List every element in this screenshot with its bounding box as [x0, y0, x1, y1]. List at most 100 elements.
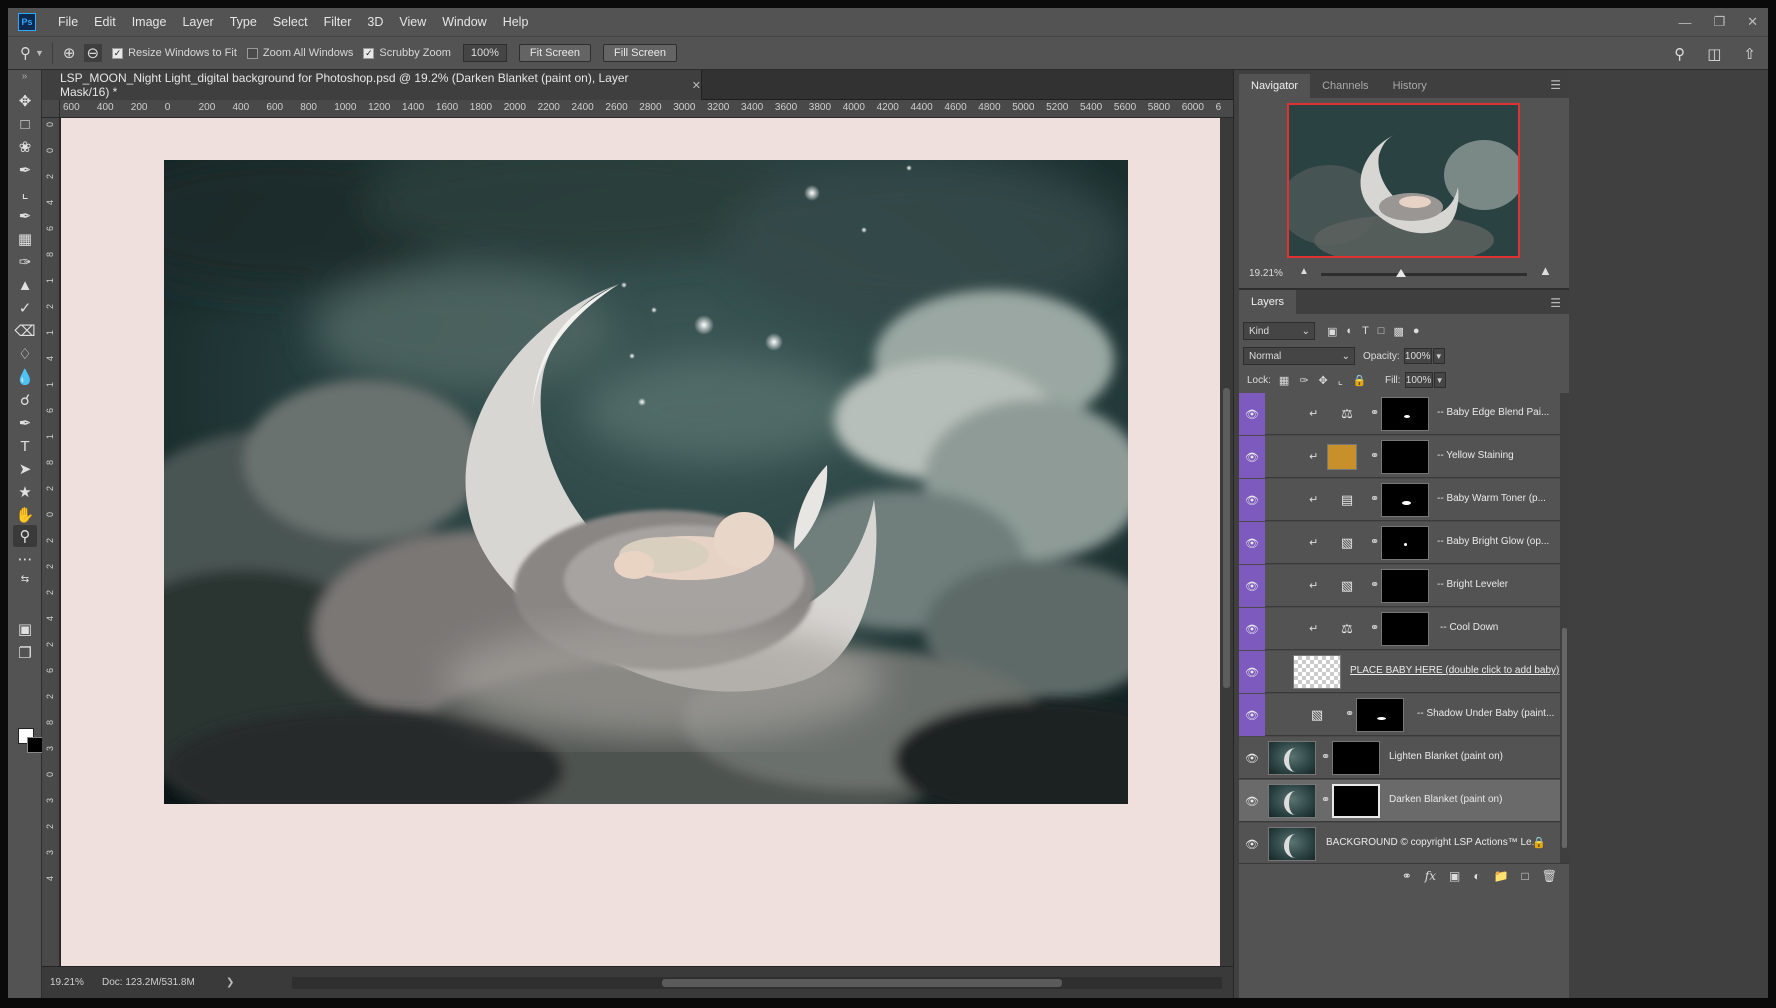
- color-fill-swatch[interactable]: [1327, 444, 1357, 470]
- visibility-eye-icon[interactable]: 👁: [1239, 694, 1265, 736]
- lock-paint-icon[interactable]: ✑: [1299, 374, 1308, 387]
- levels-icon[interactable]: ▧: [1307, 706, 1327, 724]
- link-chain-icon[interactable]: ⚭: [1370, 578, 1379, 591]
- blur-tool-icon[interactable]: 💧: [13, 366, 37, 388]
- menu-type[interactable]: Type: [222, 8, 265, 36]
- smart-object-thumbnail[interactable]: [1293, 655, 1341, 689]
- tab-navigator[interactable]: Navigator: [1239, 74, 1311, 98]
- add-mask-icon[interactable]: ▣: [1449, 869, 1460, 883]
- status-zoom[interactable]: 19.21%: [42, 977, 102, 988]
- navigator-zoom-knob[interactable]: [1396, 269, 1407, 277]
- vertical-scrollbar[interactable]: [1220, 118, 1233, 966]
- filter-type-icon[interactable]: T: [1362, 325, 1369, 338]
- layer-row[interactable]: 👁 ⚭ Lighten Blanket (paint on): [1239, 737, 1560, 779]
- eyedropper-tool-icon[interactable]: ✒: [13, 205, 37, 227]
- checkbox-unchecked-icon[interactable]: ✓: [246, 47, 258, 59]
- layer-row[interactable]: 👁 ↵ ⚖ ⚭ -- Baby Edge Blend Pai...: [1239, 393, 1560, 435]
- history-brush-tool-icon[interactable]: ✓: [13, 297, 37, 319]
- visibility-eye-icon[interactable]: 👁: [1239, 522, 1265, 564]
- lock-all-icon[interactable]: 🔒: [1353, 374, 1367, 387]
- move-tool-icon[interactable]: ✥: [13, 90, 37, 112]
- hand-tool-icon[interactable]: ✋: [13, 504, 37, 526]
- stamp-tool-icon[interactable]: ▲: [13, 274, 37, 296]
- fill-screen-button[interactable]: Fill Screen: [603, 44, 678, 62]
- lasso-tool-icon[interactable]: ❀: [13, 136, 37, 158]
- crop-tool-icon[interactable]: ⌞: [13, 182, 37, 204]
- menu-file[interactable]: File: [50, 8, 86, 36]
- navigator-zoom-slider[interactable]: [1321, 269, 1527, 277]
- quick-mask-icon[interactable]: ▣: [13, 618, 37, 640]
- layer-name[interactable]: -- Baby Edge Blend Pai...: [1437, 407, 1549, 418]
- visibility-eye-icon[interactable]: 👁: [1239, 651, 1265, 693]
- layer-image-thumbnail[interactable]: [1268, 784, 1316, 818]
- kind-filter-select[interactable]: Kind ⌄: [1243, 322, 1315, 340]
- filter-shape-icon[interactable]: □: [1378, 325, 1385, 338]
- link-chain-icon[interactable]: ⚭: [1370, 621, 1379, 634]
- layer-name[interactable]: -- Baby Warm Toner (p...: [1437, 493, 1546, 504]
- filter-toggle-icon[interactable]: ●: [1413, 325, 1420, 338]
- menu-edit[interactable]: Edit: [86, 8, 124, 36]
- zoom-out-mountain-icon[interactable]: ▲: [1299, 266, 1309, 277]
- layer-mask-thumbnail[interactable]: [1381, 569, 1429, 603]
- menu-image[interactable]: Image: [124, 8, 175, 36]
- navigator-zoom-value[interactable]: 19.21%: [1249, 268, 1283, 279]
- type-tool-icon[interactable]: T: [13, 435, 37, 457]
- minimize-icon[interactable]: —: [1678, 15, 1691, 30]
- layer-name[interactable]: Darken Blanket (paint on): [1389, 794, 1502, 805]
- visibility-eye-icon[interactable]: 👁: [1239, 393, 1265, 435]
- opacity-dropdown-icon[interactable]: ▼: [1432, 348, 1445, 364]
- eraser-tool-icon[interactable]: ⌫: [13, 320, 37, 342]
- shape-tool-icon[interactable]: ★: [13, 481, 37, 503]
- layer-row[interactable]: 👁 BACKGROUND © copyright LSP Actions™ Le…: [1239, 823, 1560, 863]
- layer-row[interactable]: 👁 ▧ ⚭ -- Shadow Under Baby (paint...: [1239, 694, 1560, 736]
- search-icon[interactable]: ⚲: [1674, 45, 1685, 63]
- balance-icon[interactable]: ⚖: [1337, 620, 1357, 638]
- layers-panel-menu-icon[interactable]: ☰: [1550, 296, 1561, 310]
- canvas-image[interactable]: [164, 160, 1128, 804]
- layer-mask-thumbnail[interactable]: [1381, 483, 1429, 517]
- zoom-percent-field[interactable]: 100%: [462, 44, 507, 62]
- screen-mode-icon[interactable]: ❐: [13, 642, 37, 664]
- lock-artboard-icon[interactable]: ⌞: [1338, 374, 1343, 387]
- resize-windows-checkbox[interactable]: ✓ Resize Windows to Fit: [112, 47, 237, 59]
- layers-scrollbar[interactable]: [1560, 393, 1569, 863]
- horizontal-scrollbar[interactable]: [292, 977, 1222, 989]
- menu-3d[interactable]: 3D: [359, 8, 391, 36]
- frame-tool-icon[interactable]: ▦: [13, 228, 37, 250]
- filmstrip-icon[interactable]: ▤: [1337, 491, 1357, 509]
- layer-mask-thumbnail[interactable]: [1381, 526, 1429, 560]
- lock-transparency-icon[interactable]: ▦: [1279, 374, 1289, 387]
- layer-row-selected[interactable]: 👁 ⚭ Darken Blanket (paint on): [1239, 780, 1560, 822]
- horizontal-scroll-thumb[interactable]: [662, 979, 1062, 987]
- tab-channels[interactable]: Channels: [1310, 74, 1380, 98]
- levels-icon[interactable]: ▧: [1337, 577, 1357, 595]
- swap-colors-icon[interactable]: ⇆: [13, 568, 37, 590]
- filter-smart-object-icon[interactable]: ▩: [1393, 325, 1403, 338]
- more-tools-icon[interactable]: ⋯: [13, 548, 37, 570]
- dodge-tool-icon[interactable]: ☌: [13, 389, 37, 411]
- zoom-in-mountain-icon[interactable]: ▲: [1539, 263, 1552, 278]
- visibility-eye-icon[interactable]: 👁: [1239, 608, 1265, 650]
- layer-name[interactable]: -- Baby Bright Glow (op...: [1437, 536, 1549, 547]
- marquee-tool-icon[interactable]: □: [13, 113, 37, 135]
- pen-tool-icon[interactable]: ✒: [13, 412, 37, 434]
- levels-icon[interactable]: ▧: [1337, 534, 1357, 552]
- ruler-origin[interactable]: [42, 100, 60, 118]
- visibility-eye-icon[interactable]: 👁: [1239, 737, 1265, 779]
- zoom-all-checkbox[interactable]: ✓ Zoom All Windows: [246, 47, 353, 59]
- layer-mask-thumbnail[interactable]: [1356, 698, 1404, 732]
- link-chain-icon[interactable]: ⚭: [1370, 449, 1379, 462]
- fill-dropdown-icon[interactable]: ▼: [1433, 372, 1446, 388]
- layer-row[interactable]: 👁 ↵ ⚖ ⚭ -- Cool Down: [1239, 608, 1560, 650]
- visibility-eye-icon[interactable]: 👁: [1239, 479, 1265, 521]
- workspace-icon[interactable]: ◫: [1707, 45, 1721, 63]
- restore-icon[interactable]: ❐: [1713, 14, 1725, 30]
- fx-icon[interactable]: fx: [1425, 869, 1436, 883]
- layer-name[interactable]: -- Yellow Staining: [1437, 450, 1514, 461]
- layer-mask-thumbnail[interactable]: [1381, 612, 1429, 646]
- opacity-field[interactable]: 100%: [1403, 348, 1432, 364]
- close-tab-icon[interactable]: ✕: [692, 79, 701, 92]
- link-chain-icon[interactable]: ⚭: [1345, 707, 1354, 720]
- menu-select[interactable]: Select: [265, 8, 316, 36]
- link-layers-icon[interactable]: ⚭: [1402, 869, 1412, 883]
